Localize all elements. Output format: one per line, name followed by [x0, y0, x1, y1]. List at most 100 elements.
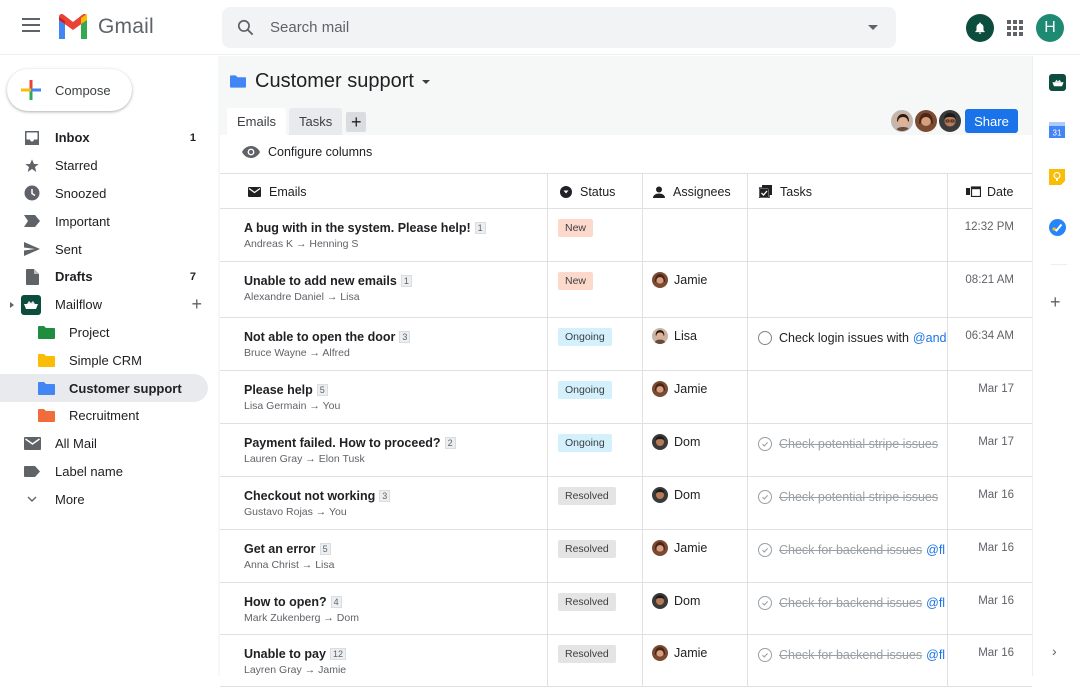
account-avatar[interactable]: H — [1036, 14, 1064, 42]
sidebar-item-drafts[interactable]: Drafts 7 — [0, 263, 218, 291]
search-input[interactable] — [270, 7, 830, 48]
folder-title-row[interactable]: Customer support — [230, 70, 430, 93]
assignee[interactable]: Jamie — [652, 645, 707, 661]
status-badge[interactable]: Resolved — [558, 645, 616, 663]
title-dropdown-icon[interactable] — [421, 79, 430, 84]
assignee[interactable]: Dom — [652, 487, 700, 503]
email-cell[interactable]: Unable to pay 12 Layren Gray → Jamie — [234, 635, 548, 686]
assignee-cell[interactable]: Jamie — [643, 635, 748, 686]
assignee[interactable]: Dom — [652, 593, 700, 609]
status-badge[interactable]: Ongoing — [558, 381, 612, 399]
status-cell[interactable]: New — [548, 262, 643, 317]
task-open-circle-icon[interactable] — [758, 331, 772, 345]
status-cell[interactable]: New — [548, 209, 643, 261]
email-cell[interactable]: How to open? 4 Mark Zukenberg → Dom — [234, 583, 548, 634]
configure-columns-button[interactable]: Configure columns — [242, 145, 372, 159]
assignee-cell[interactable]: Dom — [643, 424, 748, 476]
sidebar-item-inbox[interactable]: Inbox 1 — [0, 124, 218, 152]
task-item[interactable]: Check potential stripe issues — [758, 490, 938, 504]
sidebar-item-starred[interactable]: Starred — [0, 152, 218, 180]
table-row[interactable]: A bug with in the system. Please help! 1 A… — [220, 209, 1032, 262]
assignee-cell[interactable]: Dom — [643, 583, 748, 634]
sidebar-item-important[interactable]: Important — [0, 207, 218, 235]
collaborator-avatar[interactable] — [915, 110, 937, 132]
task-cell[interactable]: Check potential stripe issues — [748, 424, 948, 476]
task-cell[interactable]: Check potential stripe issues — [748, 477, 948, 529]
email-cell[interactable]: Please help 5 Lisa Germain → You — [234, 371, 548, 423]
email-cell[interactable]: A bug with in the system. Please help! 1 A… — [234, 209, 548, 261]
status-badge[interactable]: New — [558, 272, 594, 290]
task-done-check-icon[interactable] — [758, 648, 772, 662]
task-mention[interactable]: @and — [913, 331, 947, 345]
sidebar-item-simple-crm[interactable]: Simple CRM — [0, 346, 218, 374]
collaborator-avatar[interactable] — [939, 110, 961, 132]
email-cell[interactable]: Unable to add new emails 1 Alexandre Danie… — [234, 262, 548, 317]
table-row[interactable]: Get an error 5 Anna Christ → Lisa Resolved J… — [220, 530, 1032, 583]
status-badge[interactable]: Ongoing — [558, 434, 612, 452]
calendar-app-icon[interactable]: 31 — [1049, 122, 1066, 139]
email-cell[interactable]: Payment failed. How to proceed? 2 Lauren G… — [234, 424, 548, 476]
email-cell[interactable]: Not able to open the door 3 Bruce Wayne → … — [234, 318, 548, 370]
column-header-assignees[interactable]: Assignees — [643, 174, 748, 209]
add-mailflow-folder-icon[interactable]: + — [191, 294, 202, 315]
sidebar-item-mailflow[interactable]: Mailflow + — [0, 291, 218, 319]
google-apps-icon[interactable] — [1007, 20, 1023, 36]
email-cell[interactable]: Checkout not working 3 Gustavo Rojas → You — [234, 477, 548, 529]
assignee[interactable]: Lisa — [652, 328, 697, 344]
table-row[interactable]: Unable to add new emails 1 Alexandre Danie… — [220, 262, 1032, 318]
sidebar-item-project[interactable]: Project — [0, 319, 218, 347]
task-cell[interactable]: Check for backend issues @fl — [748, 530, 948, 582]
tab-emails[interactable]: Emails — [227, 108, 287, 135]
task-done-check-icon[interactable] — [758, 596, 772, 610]
assignee[interactable]: Jamie — [652, 540, 707, 556]
sidebar-item-more[interactable]: More — [0, 485, 218, 513]
assignee-cell[interactable]: Jamie — [643, 262, 748, 317]
assignee-cell[interactable]: Jamie — [643, 371, 748, 423]
task-cell[interactable]: Check login issues with @and — [748, 318, 948, 370]
column-header-tasks[interactable]: Tasks — [748, 174, 948, 209]
task-item[interactable]: Check for backend issues @fl — [758, 596, 945, 610]
keep-app-icon[interactable] — [1049, 169, 1066, 186]
status-badge[interactable]: Resolved — [558, 540, 616, 558]
sidebar-item-snoozed[interactable]: Snoozed — [0, 180, 218, 208]
tab-tasks[interactable]: Tasks — [289, 108, 343, 135]
sidebar-item-customer-support[interactable]: Customer support — [0, 374, 208, 402]
assignee[interactable]: Jamie — [652, 381, 707, 397]
compose-button[interactable]: Compose — [7, 69, 132, 111]
status-cell[interactable]: Ongoing — [548, 318, 643, 370]
tasks-app-icon[interactable] — [1049, 219, 1066, 236]
expand-caret-icon[interactable] — [10, 301, 14, 308]
table-row[interactable]: Payment failed. How to proceed? 2 Lauren G… — [220, 424, 1032, 477]
expand-panel-chevron-icon[interactable]: › — [1052, 643, 1057, 659]
task-cell[interactable] — [748, 209, 948, 261]
share-button[interactable]: Share — [965, 109, 1018, 133]
search-icon[interactable] — [236, 18, 255, 37]
notifications-bell-icon[interactable] — [966, 14, 994, 42]
table-row[interactable]: Unable to pay 12 Layren Gray → Jamie Resolv… — [220, 635, 1032, 687]
sidebar-item-all-mail[interactable]: All Mail — [0, 430, 218, 458]
sidebar-item-sent[interactable]: Sent — [0, 235, 218, 263]
sidebar-item-label-name[interactable]: Label name — [0, 458, 218, 486]
task-mention[interactable]: @fl — [926, 596, 945, 610]
assignee-cell[interactable]: Dom — [643, 477, 748, 529]
status-cell[interactable]: Resolved — [548, 635, 643, 686]
task-cell[interactable]: Check for backend issues @fl — [748, 583, 948, 634]
email-cell[interactable]: Get an error 5 Anna Christ → Lisa — [234, 530, 548, 582]
task-cell[interactable] — [748, 371, 948, 423]
assignee[interactable]: Dom — [652, 434, 700, 450]
add-addon-icon[interactable]: + — [1050, 292, 1061, 313]
assignee-cell[interactable]: Lisa — [643, 318, 748, 370]
assignee-cell[interactable] — [643, 209, 748, 261]
task-item[interactable]: Check for backend issues @fl — [758, 543, 945, 557]
status-badge[interactable]: New — [558, 219, 594, 237]
mailflow-app-icon[interactable] — [1049, 74, 1066, 91]
sidebar-item-recruitment[interactable]: Recruitment — [0, 402, 218, 430]
status-cell[interactable]: Ongoing — [548, 424, 643, 476]
add-tab-button[interactable]: + — [346, 112, 367, 132]
main-menu-icon[interactable] — [22, 18, 40, 32]
task-mention[interactable]: @fl — [926, 648, 945, 662]
task-item[interactable]: Check potential stripe issues — [758, 437, 938, 451]
table-row[interactable]: Checkout not working 3 Gustavo Rojas → You… — [220, 477, 1032, 530]
column-header-emails[interactable]: Emails — [234, 174, 548, 209]
status-badge[interactable]: Ongoing — [558, 328, 612, 346]
